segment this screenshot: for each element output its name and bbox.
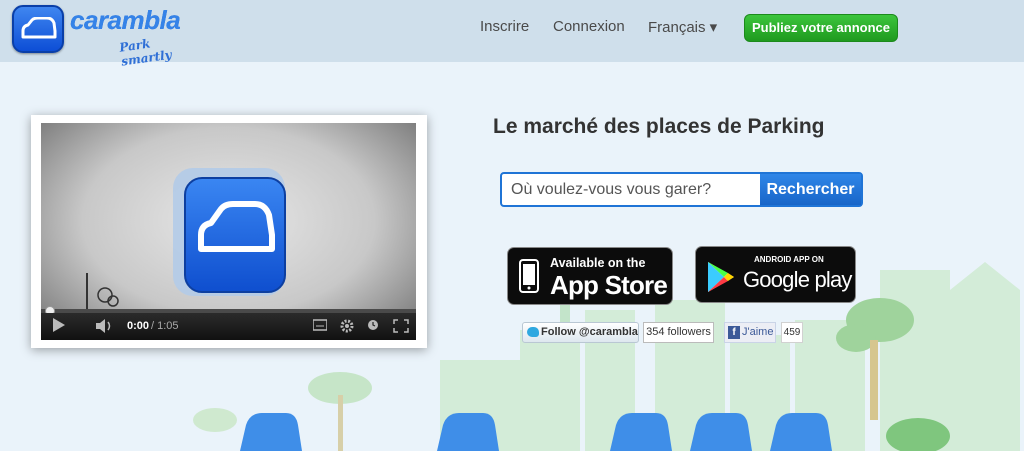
top-header: carambla Park smartly Inscrire Connexion…: [0, 0, 1024, 69]
facebook-like-count: 459: [781, 322, 803, 343]
twitter-follow-label: Follow @carambla: [541, 326, 638, 338]
fullscreen-icon[interactable]: [393, 319, 409, 336]
car-logo-icon: [12, 5, 64, 53]
play-icon[interactable]: [53, 318, 65, 332]
google-play-small-text: ANDROID APP ON: [754, 255, 824, 264]
gear-icon[interactable]: [340, 319, 354, 336]
video-current-time: 0:00: [127, 320, 150, 332]
google-play-badge[interactable]: ANDROID APP ON Google play: [695, 246, 856, 303]
twitter-follow-button[interactable]: Follow @carambla: [522, 322, 639, 343]
google-play-big-text: Google play: [743, 267, 852, 292]
location-search-input[interactable]: [502, 174, 760, 205]
nav-inscrire-link[interactable]: Inscrire: [480, 18, 529, 35]
parking-search-form: Rechercher: [500, 172, 863, 207]
video-total-time: / 1:05: [151, 320, 179, 332]
app-store-big-text: App Store: [550, 270, 668, 300]
car-app-icon: [184, 177, 286, 293]
brand-logo[interactable]: carambla Park smartly: [12, 5, 202, 69]
google-play-icon: [708, 262, 734, 292]
volume-icon[interactable]: [96, 319, 114, 336]
video-player-frame: 0:00 / 1:05: [31, 115, 427, 348]
facebook-icon: f: [728, 326, 740, 339]
search-button[interactable]: Rechercher: [760, 174, 861, 205]
publish-listing-button[interactable]: Publiez votre annonce: [744, 14, 898, 42]
iphone-icon: [519, 259, 539, 293]
doodle-drawing: [86, 273, 119, 309]
facebook-like-label: J'aime: [742, 326, 774, 338]
twitter-bird-icon: [527, 327, 539, 337]
video-player[interactable]: 0:00 / 1:05: [41, 123, 416, 340]
brand-name: carambla: [70, 5, 181, 35]
app-store-badge[interactable]: Available on the App Store: [507, 247, 673, 305]
video-controls-bar: 0:00 / 1:05: [41, 313, 416, 340]
language-selector[interactable]: Français ▾: [648, 18, 717, 36]
nav-connexion-link[interactable]: Connexion: [553, 18, 625, 35]
page-headline: Le marché des places de Parking: [493, 115, 825, 138]
twitter-followers-count: 354 followers: [643, 322, 714, 343]
subtitles-icon[interactable]: [312, 319, 328, 334]
app-store-small-text: Available on the: [550, 256, 646, 270]
facebook-like-button[interactable]: f J'aime: [724, 322, 776, 343]
watch-later-icon[interactable]: [367, 319, 379, 334]
